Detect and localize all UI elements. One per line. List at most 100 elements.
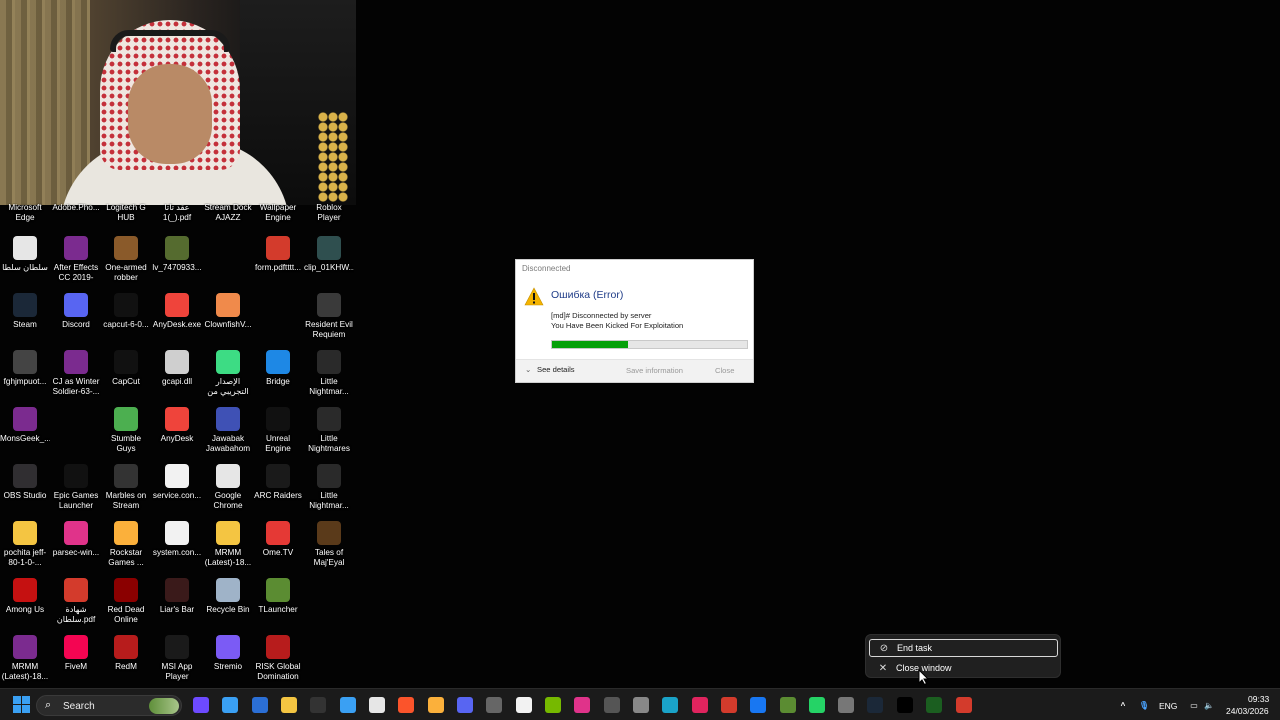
desktop-icon-partial[interactable]: Stream Dock AJAZZ <box>203 203 253 223</box>
cmd-icon[interactable] <box>897 697 913 713</box>
desktop-icon[interactable]: Tales of Maj'Eyal <box>304 521 354 568</box>
adobe-icon[interactable] <box>692 697 708 713</box>
facebook-icon[interactable] <box>750 697 766 713</box>
desktop-icon[interactable]: After Effects CC 2019-20... <box>51 236 101 283</box>
clock-date[interactable]: 24/03/2026 <box>1226 706 1269 716</box>
desktop-icon[interactable]: MRMM (Latest)-18... <box>203 521 253 568</box>
start-button[interactable] <box>13 696 30 713</box>
desktop-icon[interactable]: CapCut <box>101 350 151 387</box>
desktop-icon[interactable]: Little Nightmar... <box>304 350 354 397</box>
desktop-icon[interactable]: ARC Raiders <box>253 464 303 501</box>
close-window-menu-item[interactable]: ✕ Close window <box>869 659 1058 677</box>
brave-icon[interactable] <box>398 697 414 713</box>
microsoft-store-icon[interactable] <box>252 697 268 713</box>
desktop-icon[interactable]: pochita jeff-80-1-0-... <box>0 521 50 568</box>
desktop-icon[interactable]: parsec-win... <box>51 521 101 558</box>
language-indicator[interactable]: ENG <box>1159 701 1177 711</box>
desktop-icon[interactable]: One-armed robber <box>101 236 151 283</box>
adobe-acrobat-icon[interactable] <box>721 697 737 713</box>
tool-icon[interactable] <box>838 697 854 713</box>
show-hidden-icons-chevron-icon[interactable]: ^ <box>1115 697 1131 713</box>
microphone-icon[interactable]: 🎙 <box>1136 697 1152 713</box>
minecraft-icon[interactable] <box>780 697 796 713</box>
monitor-icon[interactable]: ▭ <box>1186 697 1202 713</box>
taskbar-search[interactable]: ⌕ Search <box>36 695 182 716</box>
save-information-button[interactable]: Save information <box>626 366 683 375</box>
edge-icon[interactable] <box>662 697 678 713</box>
nvidia-icon[interactable] <box>545 697 561 713</box>
desktop-icon[interactable]: Red Dead Online <box>101 578 151 625</box>
desktop-icon[interactable]: TLauncher <box>253 578 303 615</box>
desktop-icon[interactable]: Stremio <box>203 635 253 672</box>
desktop-icon[interactable]: AnyDesk.exe <box>152 293 202 330</box>
clock-time[interactable]: 09:33 <box>1248 694 1269 704</box>
widgets-icon[interactable] <box>222 697 238 713</box>
error-app-icon[interactable] <box>956 697 972 713</box>
desktop-icon[interactable]: CJ as Winter Soldier-63-... <box>51 350 101 397</box>
desktop-icon-partial[interactable]: Adobe.Pho... <box>51 203 101 213</box>
steam-icon[interactable] <box>867 697 883 713</box>
game-icon <box>317 293 341 317</box>
desktop-icon[interactable]: capcut-6-0... <box>101 293 151 330</box>
desktop-icon[interactable]: Stumble Guys <box>101 407 151 454</box>
desktop-icon-partial[interactable]: عقد تأتا 1(_).pdf <box>152 203 202 223</box>
desktop-icon[interactable]: Marbles on Stream <box>101 464 151 511</box>
github-icon[interactable] <box>486 697 502 713</box>
epic-games-icon[interactable] <box>310 697 326 713</box>
end-task-menu-item[interactable]: ⊘ End task <box>869 639 1058 657</box>
desktop-icon[interactable]: الإصدار التجريبي من <box>203 350 253 397</box>
chrome-icon[interactable] <box>369 697 385 713</box>
desktop-icon-partial[interactable]: Microsoft Edge <box>0 203 50 223</box>
desktop-icon[interactable]: Little Nightmar... <box>304 464 354 511</box>
obs-green-icon[interactable] <box>926 697 942 713</box>
desktop-icon[interactable]: clip_01KHW... <box>304 236 354 273</box>
desktop-icon[interactable]: service.con... <box>152 464 202 501</box>
desktop-icon[interactable]: Ome.TV <box>253 521 303 558</box>
see-details-button[interactable]: ⌄ See details <box>525 365 575 374</box>
desktop-icon[interactable]: شهادة سلطان.pdf <box>51 578 101 625</box>
parsec-icon[interactable] <box>574 697 590 713</box>
desktop-icon[interactable]: Jawabak Jawabahom <box>203 407 253 454</box>
desktop-icon[interactable]: MRMM (Latest)-18... <box>0 635 50 682</box>
desktop-icon[interactable]: gcapi.dll <box>152 350 202 387</box>
desktop-icon[interactable]: Resident Evil Requiem <box>304 293 354 340</box>
desktop-icon[interactable]: form.pdftttt... <box>253 236 303 273</box>
desktop-icon[interactable]: fghjmpuot... <box>0 350 50 387</box>
desktop-icon-partial[interactable]: Logitech G HUB <box>101 203 151 223</box>
desktop-icon[interactable]: Unreal Engine <box>253 407 303 454</box>
desktop-icon-partial[interactable]: Roblox Player <box>304 203 354 223</box>
desktop-icon[interactable]: MonsGeek_... <box>0 407 50 444</box>
desktop-icon[interactable]: Discord <box>51 293 101 330</box>
rockstar-icon[interactable] <box>428 697 444 713</box>
desktop-icon[interactable]: Steam <box>0 293 50 330</box>
whatsapp-icon[interactable] <box>809 697 825 713</box>
desktop-icon[interactable]: lv_7470933... <box>152 236 202 273</box>
copilot-icon[interactable] <box>193 697 209 713</box>
desktop-icon[interactable]: Rockstar Games ... <box>101 521 151 568</box>
desktop-icon[interactable]: Little Nightmares <box>304 407 354 454</box>
desktop-icon[interactable]: FiveM <box>51 635 101 672</box>
desktop-icon[interactable]: Liar's Bar <box>152 578 202 615</box>
desktop-icon[interactable]: سلطان سلطا <box>0 236 50 273</box>
volume-icon[interactable]: 🔈 <box>1201 697 1217 713</box>
document-icon[interactable] <box>516 697 532 713</box>
mail-icon[interactable] <box>604 697 620 713</box>
image-icon[interactable] <box>633 697 649 713</box>
desktop-icon[interactable]: system.con... <box>152 521 202 558</box>
desktop-icon[interactable]: OBS Studio <box>0 464 50 501</box>
desktop-icon[interactable]: Google Chrome <box>203 464 253 511</box>
desktop-icon[interactable]: Bridge <box>253 350 303 387</box>
desktop-icon-partial[interactable]: Wallpaper Engine <box>253 203 303 223</box>
desktop-icon[interactable]: AnyDesk <box>152 407 202 444</box>
discord-icon[interactable] <box>457 697 473 713</box>
desktop-icon[interactable]: Among Us <box>0 578 50 615</box>
file-explorer-icon[interactable] <box>281 697 297 713</box>
close-button[interactable]: Close <box>715 366 734 375</box>
desktop-icon[interactable]: Recycle Bin <box>203 578 253 615</box>
desktop-icon[interactable]: RISK Global Domination <box>253 635 303 682</box>
notepad-icon[interactable] <box>340 697 356 713</box>
desktop-icon[interactable]: Epic Games Launcher <box>51 464 101 511</box>
desktop-icon[interactable]: MSI App Player <box>152 635 202 682</box>
desktop-icon[interactable]: RedM <box>101 635 151 672</box>
desktop-icon[interactable]: ClownfishV... <box>203 293 253 330</box>
